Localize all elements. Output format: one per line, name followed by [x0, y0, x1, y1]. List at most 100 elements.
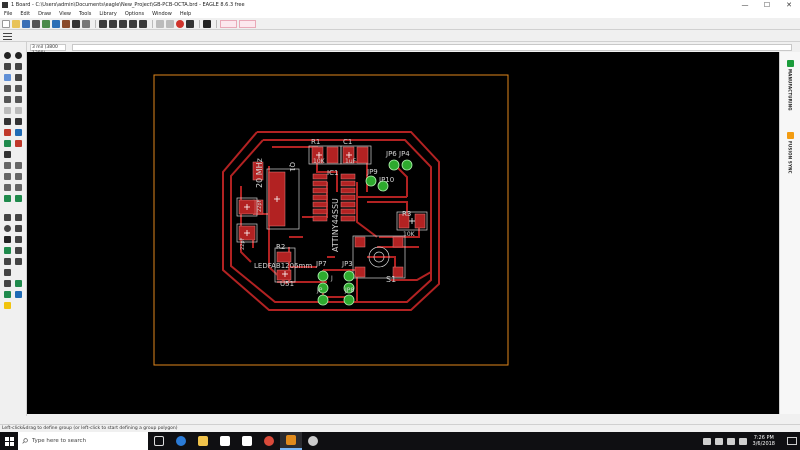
group-icon[interactable] — [4, 74, 11, 81]
attribute-icon[interactable] — [4, 258, 11, 265]
auto-route-icon[interactable] — [15, 280, 22, 287]
script-icon[interactable] — [72, 19, 80, 28]
zoom-in-icon[interactable] — [109, 19, 117, 28]
save-icon[interactable] — [22, 19, 30, 28]
ratsnest-icon[interactable] — [4, 280, 11, 287]
schematic-icon[interactable] — [52, 19, 60, 28]
errors-icon[interactable] — [4, 302, 11, 309]
board-icon[interactable] — [62, 19, 70, 28]
wrench-icon[interactable] — [15, 118, 22, 125]
gateswap-icon[interactable] — [15, 173, 22, 180]
stop-icon[interactable] — [176, 19, 184, 28]
board-drawing[interactable]: R1 10K C1 1uF 20 MHz Q1 22pF 22pF IC1 AT… — [27, 52, 779, 414]
search-icon — [22, 438, 28, 444]
design-link-icon[interactable] — [220, 19, 237, 28]
ulp-icon[interactable] — [82, 19, 90, 28]
polygon-icon[interactable] — [15, 236, 22, 243]
lock-icon[interactable] — [4, 151, 11, 158]
notifications-icon[interactable] — [787, 437, 797, 445]
fusion-link-icon[interactable] — [239, 19, 256, 28]
mark-icon[interactable] — [15, 63, 22, 70]
value-icon[interactable] — [15, 162, 22, 169]
system-clock[interactable]: 7:26 PM 3/6/2018 — [753, 435, 775, 447]
redo-icon[interactable] — [166, 19, 174, 28]
change-icon[interactable] — [4, 129, 11, 136]
signal-icon[interactable] — [4, 184, 11, 191]
print-icon[interactable] — [32, 19, 40, 28]
swap-icon[interactable] — [4, 173, 11, 180]
autorouter-icon[interactable] — [15, 195, 22, 202]
taskbar-search[interactable]: Type here to search — [18, 432, 148, 450]
task-view-icon[interactable] — [148, 432, 170, 450]
manufacturing-tab[interactable]: MANUFACTURING — [784, 60, 796, 111]
name-icon[interactable] — [4, 162, 11, 169]
via-icon[interactable] — [4, 247, 11, 254]
menu-draw[interactable]: Draw — [38, 11, 51, 17]
chevron-up-icon[interactable] — [702, 437, 711, 445]
delete-icon[interactable] — [4, 107, 11, 114]
volume-icon[interactable] — [726, 437, 735, 445]
menu-tools[interactable]: Tools — [79, 11, 91, 17]
hole-icon[interactable] — [15, 247, 22, 254]
menu-file[interactable]: File — [4, 11, 12, 17]
mirror-icon[interactable] — [4, 96, 11, 103]
rotate-icon[interactable] — [15, 85, 22, 92]
ripup-icon[interactable] — [4, 195, 11, 202]
more-icon[interactable] — [4, 269, 11, 276]
optimize-icon[interactable] — [15, 129, 22, 136]
add-icon[interactable] — [15, 107, 22, 114]
cam-icon[interactable] — [42, 19, 50, 28]
menu-library[interactable]: Library — [99, 11, 116, 17]
menu-view[interactable]: View — [59, 11, 71, 17]
dimension-icon[interactable] — [15, 258, 22, 265]
text-icon[interactable] — [15, 214, 22, 221]
mail-icon[interactable] — [236, 432, 258, 450]
new-file-icon[interactable] — [2, 19, 10, 28]
board-canvas[interactable]: R1 10K C1 1uF 20 MHz Q1 22pF 22pF IC1 AT… — [27, 52, 779, 414]
file-explorer-icon[interactable] — [192, 432, 214, 450]
start-button[interactable] — [0, 432, 18, 450]
title-bar: 1 Board - C:\Users\admin\Documents\eagle… — [0, 0, 800, 10]
command-input[interactable] — [72, 43, 792, 51]
arc-icon[interactable] — [15, 225, 22, 232]
wire-icon[interactable] — [4, 214, 11, 221]
menu-window[interactable]: Window — [152, 11, 172, 17]
paste-icon[interactable] — [15, 96, 22, 103]
misc-app-icon[interactable] — [302, 432, 324, 450]
parameter-toolbar-icon[interactable] — [3, 32, 12, 40]
go-icon[interactable] — [186, 19, 194, 28]
zoom-fit-icon[interactable] — [99, 19, 107, 28]
zoom-redraw-icon[interactable] — [129, 19, 137, 28]
rectangle-icon[interactable] — [4, 236, 11, 243]
menu-options[interactable]: Options — [125, 11, 144, 17]
show-icon[interactable] — [15, 52, 22, 59]
chrome-icon[interactable] — [258, 432, 280, 450]
replace-icon[interactable] — [4, 118, 11, 125]
close-button[interactable]: ✕ — [778, 0, 800, 10]
maximize-button[interactable]: ☐ — [756, 0, 778, 10]
store-icon[interactable] — [214, 432, 236, 450]
minimize-button[interactable]: — — [734, 0, 756, 10]
circle-icon[interactable] — [4, 225, 11, 232]
route-icon[interactable] — [15, 184, 22, 191]
menu-edit[interactable]: Edit — [20, 11, 30, 17]
keyboard-icon[interactable] — [738, 437, 747, 445]
drc-icon[interactable] — [15, 291, 22, 298]
display-icon[interactable] — [4, 63, 11, 70]
zoom-out-icon[interactable] — [119, 19, 127, 28]
info-icon[interactable] — [4, 52, 11, 59]
undo-icon[interactable] — [156, 19, 164, 28]
eagle-taskbar-icon[interactable] — [280, 432, 302, 450]
smash-icon[interactable] — [15, 140, 22, 147]
network-icon[interactable] — [714, 437, 723, 445]
help-icon[interactable] — [203, 19, 211, 28]
erc-icon[interactable] — [4, 291, 11, 298]
fusion-sync-tab[interactable]: FUSION SYNC — [784, 132, 796, 174]
edge-icon[interactable] — [170, 432, 192, 450]
split-icon[interactable] — [4, 140, 11, 147]
copy-icon[interactable] — [4, 85, 11, 92]
open-folder-icon[interactable] — [12, 19, 20, 28]
move-icon[interactable] — [15, 74, 22, 81]
zoom-select-icon[interactable] — [139, 19, 147, 28]
menu-help[interactable]: Help — [180, 11, 191, 17]
